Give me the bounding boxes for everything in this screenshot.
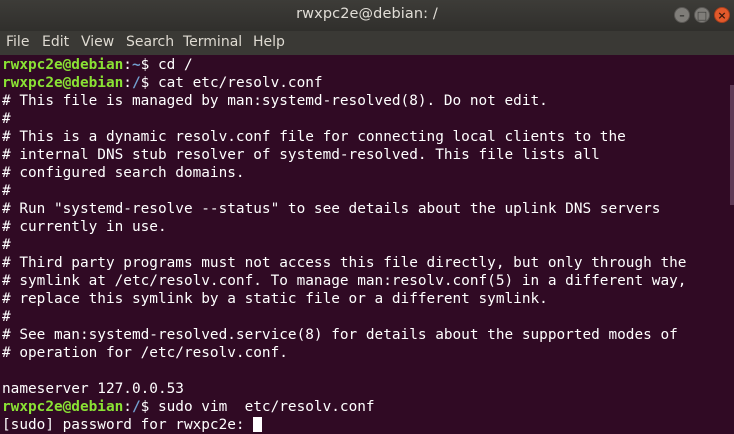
text-cursor: [253, 417, 263, 432]
prompt-path: /: [131, 399, 141, 415]
menu-help[interactable]: Help: [253, 34, 285, 50]
output-line: nameserver 127.0.0.53: [2, 381, 184, 397]
prompt-separator: :: [123, 75, 132, 91]
prompt-line: rwxpc2e@debian:/$ cat etc/resolv.conf: [2, 74, 323, 92]
output-line: #: [2, 237, 11, 253]
menu-terminal[interactable]: Terminal: [183, 34, 242, 50]
prompt-path: ~: [131, 57, 141, 73]
output-line: # symlink at /etc/resolv.conf. To manage…: [2, 273, 687, 289]
prompt-line: rwxpc2e@debian:~$ cd /: [2, 56, 193, 74]
command-text: cd /: [157, 57, 193, 73]
terminal-window: rwxpc2e@debian: / – □ × File Edit View S…: [0, 0, 734, 434]
prompt-symbol: $: [140, 57, 158, 73]
output-line: # Third party programs must not access t…: [2, 255, 687, 271]
menu-edit[interactable]: Edit: [42, 34, 69, 50]
menu-file[interactable]: File: [6, 34, 29, 50]
menu-search[interactable]: Search: [126, 34, 174, 50]
window-title: rwxpc2e@debian: /: [296, 6, 438, 22]
command-text: cat etc/resolv.conf: [157, 75, 323, 91]
prompt-line: rwxpc2e@debian:/$ sudo vim etc/resolv.co…: [2, 398, 375, 416]
output-line: # operation for /etc/resolv.conf.: [2, 345, 288, 361]
prompt-user: rwxpc2e@debian: [2, 75, 124, 91]
prompt-separator: :: [123, 57, 132, 73]
output-line: #: [2, 111, 11, 127]
output-line: # replace this symlink by a static file …: [2, 291, 548, 307]
output-line: # This file is managed by man:systemd-re…: [2, 93, 548, 109]
menu-bar: File Edit View Search Terminal Help: [0, 31, 734, 55]
prompt-user: rwxpc2e@debian: [2, 57, 124, 73]
scrollbar-thumb[interactable]: [730, 85, 734, 205]
output-line: # configured search domains.: [2, 165, 245, 181]
prompt-symbol: $: [140, 75, 158, 91]
command-text: sudo vim etc/resolv.conf: [157, 399, 375, 415]
output-line: # See man:systemd-resolved.service(8) fo…: [2, 327, 678, 343]
output-line: #: [2, 309, 11, 325]
output-line: # Run "systemd-resolve --status" to see …: [2, 201, 661, 217]
menu-view[interactable]: View: [81, 34, 114, 50]
prompt-symbol: $: [140, 399, 158, 415]
title-bar[interactable]: rwxpc2e@debian: / – □ ×: [0, 0, 734, 31]
terminal-output[interactable]: rwxpc2e@debian:~$ cd / rwxpc2e@debian:/$…: [0, 55, 730, 434]
output-line: # internal DNS stub resolver of systemd-…: [2, 147, 600, 163]
sudo-prompt-text: [sudo] password for rwxpc2e:: [2, 417, 254, 433]
prompt-separator: :: [123, 399, 132, 415]
output-line: #: [2, 183, 11, 199]
sudo-password-prompt[interactable]: [sudo] password for rwxpc2e:: [2, 416, 263, 434]
maximize-icon[interactable]: □: [694, 7, 710, 23]
close-icon[interactable]: ×: [714, 7, 730, 23]
scrollbar[interactable]: [730, 55, 734, 434]
prompt-path: /: [131, 75, 141, 91]
minimize-icon[interactable]: –: [674, 7, 690, 23]
output-line: # This is a dynamic resolv.conf file for…: [2, 129, 626, 145]
output-line: # currently in use.: [2, 219, 167, 235]
prompt-user: rwxpc2e@debian: [2, 399, 124, 415]
